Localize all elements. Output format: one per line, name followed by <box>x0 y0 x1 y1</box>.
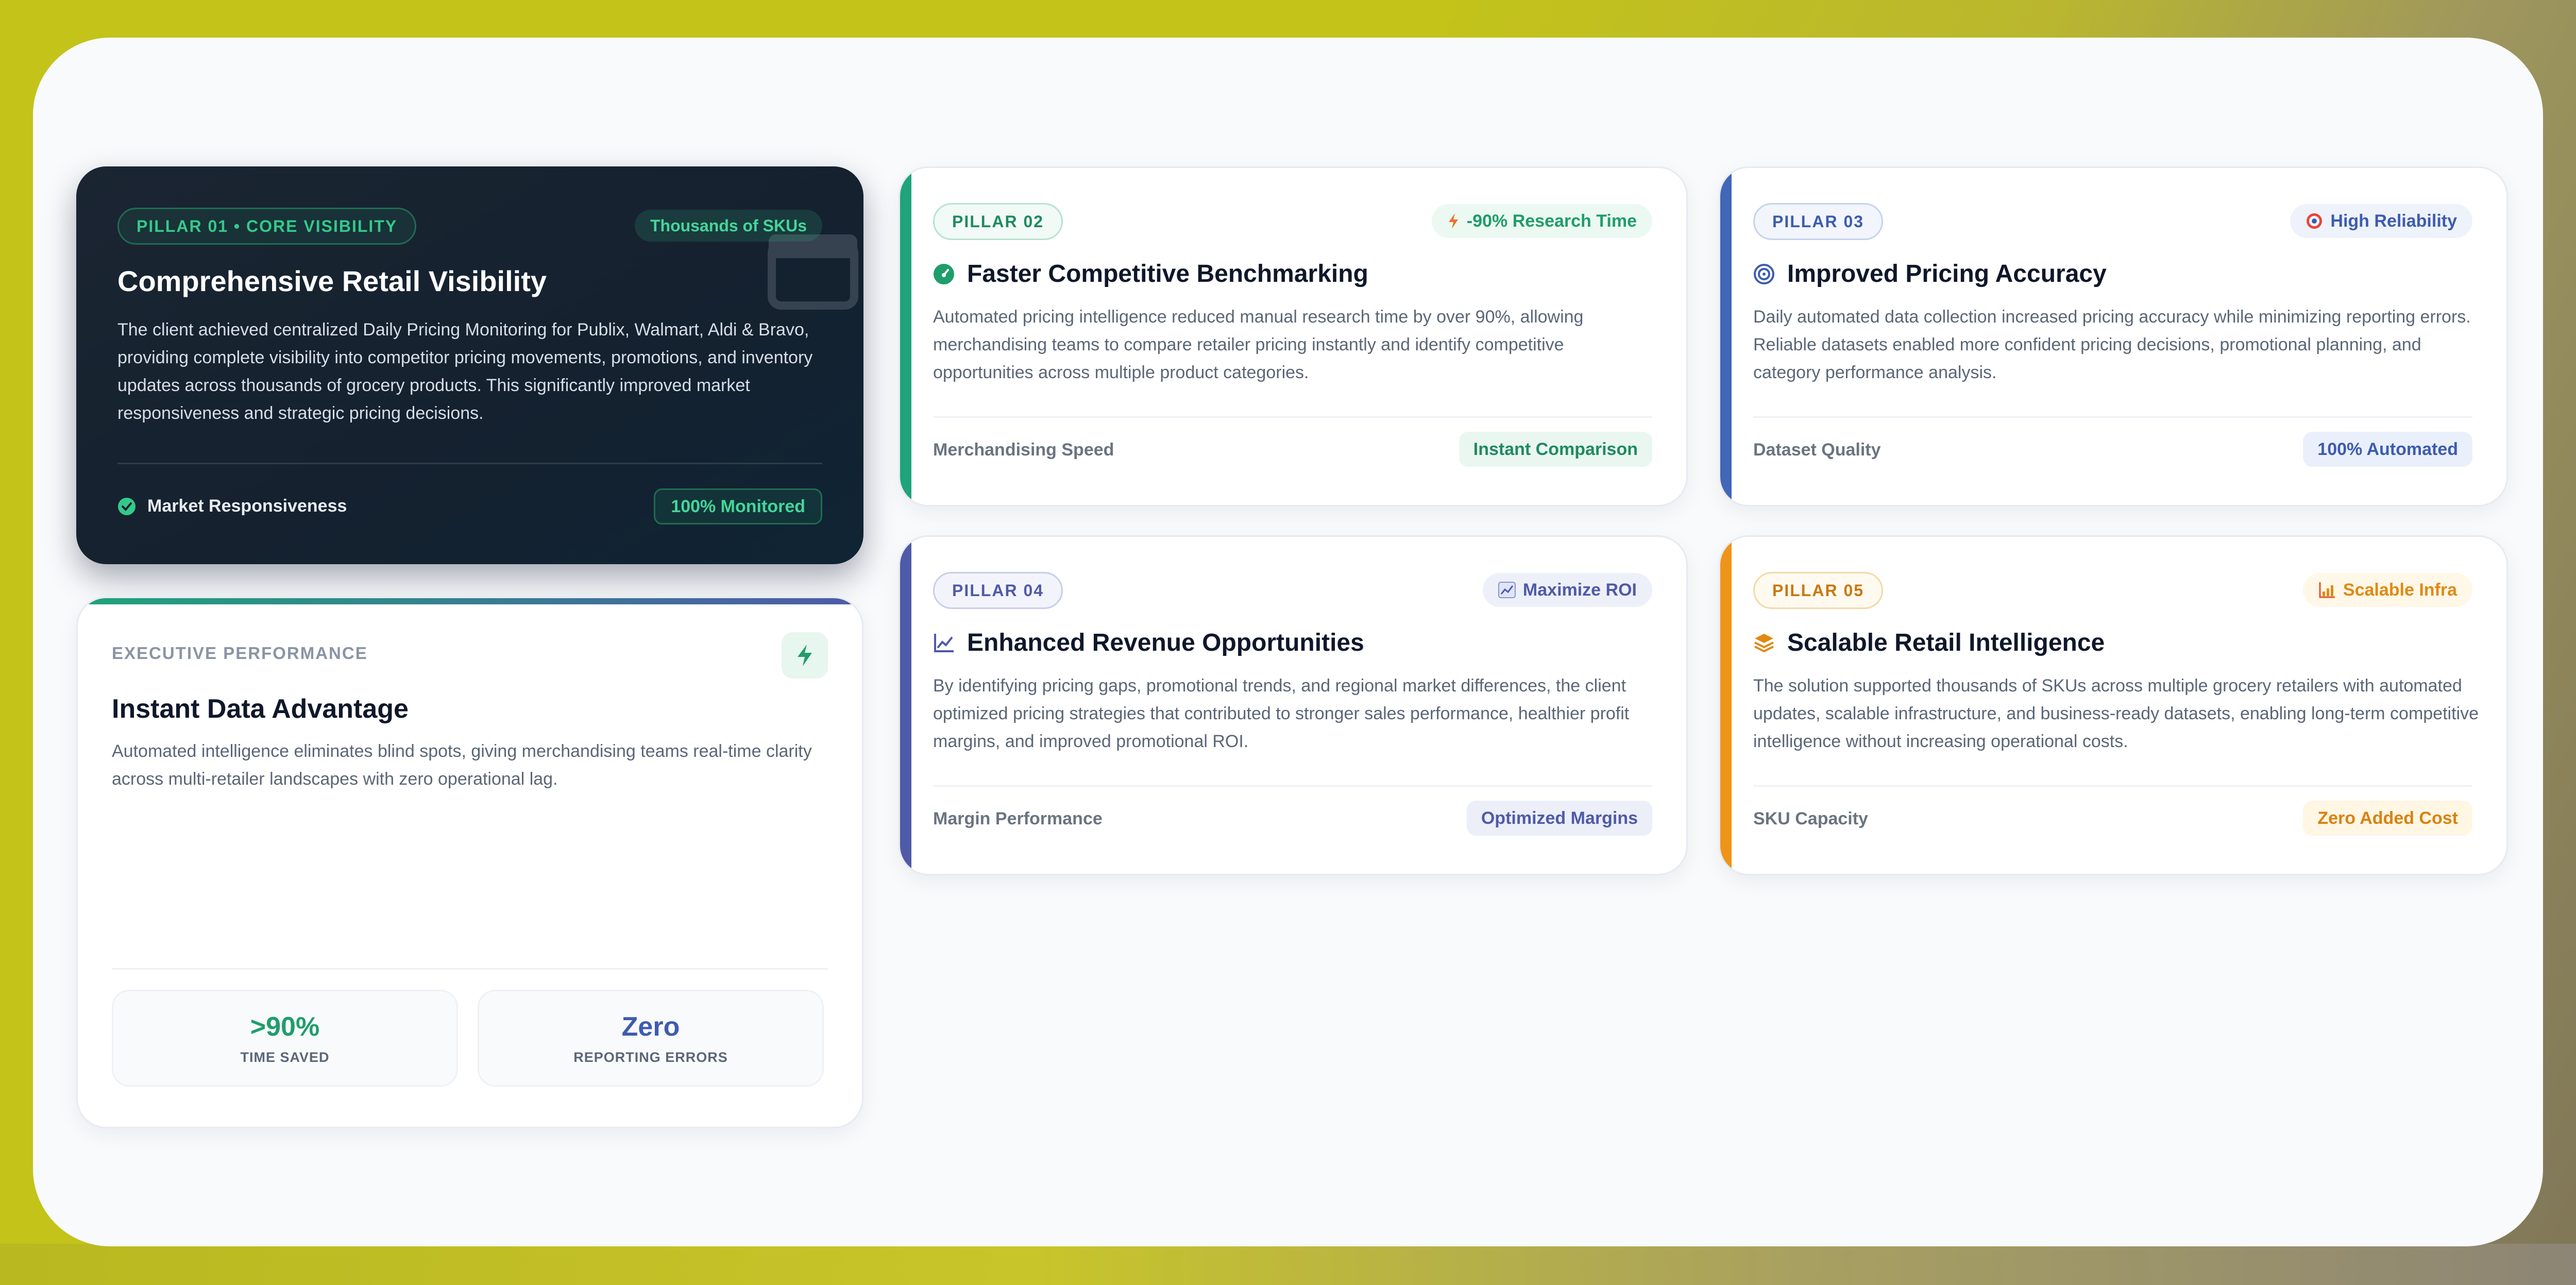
pillar-03-footer-badge: 100% Automated <box>2303 432 2472 467</box>
pillar-03-title-text: Improved Pricing Accuracy <box>1787 260 2107 288</box>
pillar-02-title: Faster Competitive Benchmarking <box>933 260 1368 288</box>
pillar-01-divider <box>117 463 822 464</box>
pillar-05-accent <box>1720 537 1732 874</box>
pillar-01-footer-label: Market Responsiveness <box>117 496 347 516</box>
stat-reporting-errors: Zero REPORTING ERRORS <box>478 990 824 1087</box>
pillar-04-footer-label: Margin Performance <box>933 809 1103 829</box>
pillar-05-tag: PILLAR 05 <box>1753 572 1884 609</box>
pillar-02-tag: PILLAR 02 <box>933 203 1063 240</box>
pillar-05-divider <box>1753 785 2472 787</box>
pillar-02-badge: -90% Research Time <box>1431 204 1652 238</box>
pillar-01-badge: Thousands of SKUs <box>634 210 822 242</box>
pillar-02-accent <box>900 168 911 505</box>
executive-accent-bar <box>78 598 862 604</box>
pillar-02-card[interactable]: PILLAR 02 -90% Research Time Faster Comp… <box>899 166 1688 506</box>
pillar-03-tag: PILLAR 03 <box>1753 203 1884 240</box>
stat-reporting-errors-label: REPORTING ERRORS <box>573 1049 728 1065</box>
bullseye-icon <box>1753 263 1775 285</box>
executive-title: Instant Data Advantage <box>112 694 409 724</box>
pillar-04-divider <box>933 785 1652 787</box>
background-strip <box>0 1244 2576 1285</box>
layers-icon <box>1753 632 1775 654</box>
pillar-01-tag: PILLAR 01 • CORE VISIBILITY <box>117 208 417 245</box>
stat-time-saved-label: TIME SAVED <box>240 1049 330 1065</box>
executive-performance-card[interactable]: EXECUTIVE PERFORMANCE Instant Data Advan… <box>76 597 863 1128</box>
pillar-03-footer-label: Dataset Quality <box>1753 440 1881 460</box>
results-panel: PILLAR 01 • CORE VISIBILITY Thousands of… <box>33 38 2543 1246</box>
pillar-04-description: By identifying pricing gaps, promotional… <box>933 676 1630 751</box>
pillar-05-description: The solution supported thousands of SKUs… <box>1753 676 2479 751</box>
pillar-01-footer-badge: 100% Monitored <box>654 488 822 525</box>
stat-reporting-errors-value: Zero <box>621 1011 680 1042</box>
pillar-04-badge-text: Maximize ROI <box>1522 580 1637 600</box>
pillar-05-badge-text: Scalable Infra <box>2343 580 2457 600</box>
pillar-04-card[interactable]: PILLAR 04 Maximize ROI Enhanced Revenue … <box>899 535 1688 875</box>
pillar-02-footer-label: Merchandising Speed <box>933 440 1114 460</box>
executive-description: Automated intelligence eliminates blind … <box>112 741 812 789</box>
pillar-01-title: Comprehensive Retail Visibility <box>117 265 547 297</box>
pillar-04-title: Enhanced Revenue Opportunities <box>933 629 1364 657</box>
pillar-03-badge: High Reliability <box>2290 204 2472 238</box>
pillar-04-tag: PILLAR 04 <box>933 572 1063 609</box>
pillar-04-accent <box>900 537 911 874</box>
executive-eyebrow: EXECUTIVE PERFORMANCE <box>112 644 368 663</box>
pillar-04-badge: Maximize ROI <box>1482 573 1652 607</box>
pillar-05-footer-badge: Zero Added Cost <box>2303 801 2472 836</box>
pillar-05-card[interactable]: PILLAR 05 Scalable Infra Scalable Retail… <box>1719 535 2508 875</box>
pillar-04-footer-badge: Optimized Margins <box>1466 801 1652 836</box>
pillar-02-divider <box>933 416 1652 418</box>
pillar-03-title: Improved Pricing Accuracy <box>1753 260 2107 288</box>
target-icon <box>2306 212 2323 230</box>
pillar-02-badge-text: -90% Research Time <box>1466 211 1637 231</box>
pillar-02-title-text: Faster Competitive Benchmarking <box>967 260 1368 288</box>
line-chart-icon <box>933 633 955 653</box>
pillar-01-footer-text: Market Responsiveness <box>147 496 347 516</box>
pillar-02-footer-badge: Instant Comparison <box>1459 432 1652 467</box>
pillar-03-divider <box>1753 416 2472 418</box>
executive-divider <box>112 968 828 970</box>
stat-time-saved: >90% TIME SAVED <box>112 990 458 1087</box>
pillar-01-card[interactable]: PILLAR 01 • CORE VISIBILITY Thousands of… <box>76 166 863 564</box>
pillar-03-description: Daily automated data collection increase… <box>1753 307 2471 382</box>
pillar-03-card[interactable]: PILLAR 03 High Reliability Improved Pric… <box>1719 166 2508 506</box>
pillar-05-badge: Scalable Infra <box>2302 573 2472 607</box>
pillar-05-title: Scalable Retail Intelligence <box>1753 629 2105 657</box>
pillar-05-title-text: Scalable Retail Intelligence <box>1787 629 2105 656</box>
lightning-icon <box>1447 213 1460 229</box>
pillar-01-description: The client achieved centralized Daily Pr… <box>117 320 813 423</box>
pillar-03-accent <box>1720 168 1732 505</box>
pillar-05-footer-label: SKU Capacity <box>1753 809 1868 829</box>
chart-up-icon <box>1498 582 1516 598</box>
stat-time-saved-value: >90% <box>250 1011 320 1042</box>
pillar-03-badge-text: High Reliability <box>2330 211 2457 231</box>
check-circle-icon <box>117 497 136 516</box>
pillar-04-title-text: Enhanced Revenue Opportunities <box>967 629 1364 656</box>
speedometer-icon <box>933 263 955 285</box>
bolt-icon <box>782 632 828 679</box>
bar-growth-icon <box>2318 581 2336 599</box>
pillar-02-description: Automated pricing intelligence reduced m… <box>933 307 1584 382</box>
